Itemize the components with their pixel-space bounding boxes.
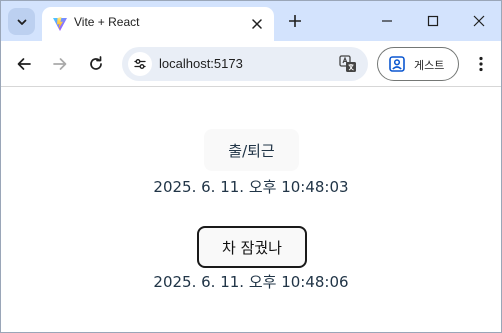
back-button[interactable] <box>10 50 38 78</box>
reload-button[interactable] <box>82 50 110 78</box>
work-toggle-button[interactable]: 출/퇴근 <box>204 129 299 171</box>
work-timestamp: 2025. 6. 11. 오후 10:48:03 <box>153 178 349 196</box>
tab-search-button[interactable] <box>8 8 35 35</box>
new-tab-button[interactable] <box>283 9 307 33</box>
browser-menu-button[interactable] <box>469 52 493 76</box>
forward-button[interactable] <box>46 50 74 78</box>
person-badge-icon <box>389 56 405 72</box>
maximize-button[interactable] <box>410 1 456 41</box>
address-bar[interactable]: localhost:5173 <box>122 47 368 81</box>
tune-icon <box>134 59 146 69</box>
tab-strip: Vite + React <box>1 1 501 41</box>
page-content: 출/퇴근 2025. 6. 11. 오후 10:48:03 차 잠궜나 2025… <box>1 88 501 332</box>
profile-button[interactable]: 게스트 <box>377 47 459 81</box>
car-locked-button[interactable]: 차 잠궜나 <box>197 226 307 268</box>
close-icon <box>252 19 262 29</box>
translate-icon <box>339 55 356 72</box>
arrow-right-icon <box>53 58 67 70</box>
maximize-icon <box>427 15 439 27</box>
profile-label: 게스트 <box>414 59 445 72</box>
site-info-button[interactable] <box>128 52 152 76</box>
translate-button[interactable] <box>338 54 358 74</box>
plus-icon <box>289 15 301 27</box>
url-text[interactable]: localhost:5173 <box>159 56 243 71</box>
reload-icon <box>90 56 102 70</box>
minimize-button[interactable] <box>364 1 410 41</box>
minimize-icon <box>382 20 392 22</box>
browser-window: Vite + React localhost:5173 게스트 출/퇴근 202… <box>0 0 502 333</box>
tab-vite-react[interactable]: Vite + React <box>42 7 274 41</box>
tab-close-button[interactable] <box>246 13 268 35</box>
tab-title: Vite + React <box>74 15 140 29</box>
close-icon <box>473 15 485 27</box>
vite-logo-icon <box>53 17 67 31</box>
chevron-down-icon <box>17 19 26 25</box>
arrow-left-icon <box>17 58 31 70</box>
window-close-button[interactable] <box>456 1 501 41</box>
car-timestamp: 2025. 6. 11. 오후 10:48:06 <box>153 273 349 291</box>
toolbar: localhost:5173 게스트 <box>1 41 501 87</box>
kebab-menu-icon <box>479 56 483 72</box>
